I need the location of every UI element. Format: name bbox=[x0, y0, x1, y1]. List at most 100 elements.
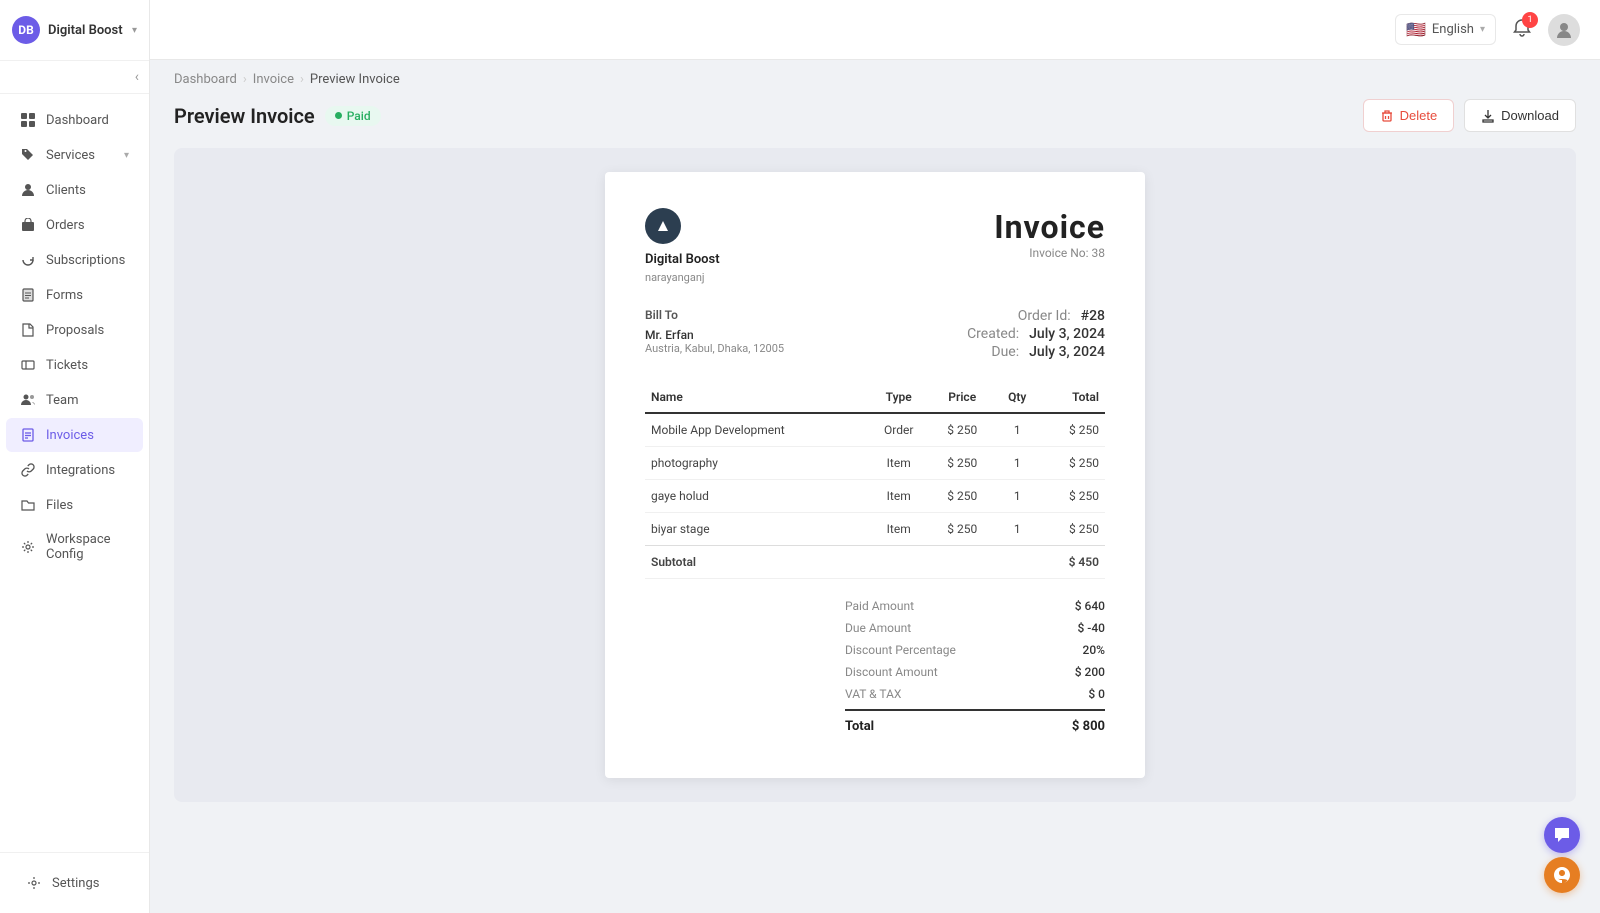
summary-value: $ 200 bbox=[1075, 665, 1105, 679]
bag-icon bbox=[20, 217, 36, 233]
collapse-icon: ‹ bbox=[135, 69, 139, 85]
sidebar-item-forms[interactable]: Forms bbox=[6, 278, 143, 312]
chevron-down-icon: ▾ bbox=[1480, 24, 1485, 35]
col-header-type: Type bbox=[867, 382, 930, 413]
sidebar-nav: Dashboard Services ▾ Clients Orders bbox=[0, 94, 149, 852]
sidebar-item-label: Dashboard bbox=[46, 113, 109, 128]
folder-icon bbox=[20, 497, 36, 513]
cell-qty: 1 bbox=[994, 513, 1040, 546]
sidebar-item-orders[interactable]: Orders bbox=[6, 208, 143, 242]
order-id-row: Order Id: #28 bbox=[967, 308, 1105, 324]
status-label: Paid bbox=[347, 109, 371, 123]
sidebar-item-dashboard[interactable]: Dashboard bbox=[6, 103, 143, 137]
cell-price: $ 250 bbox=[930, 413, 994, 447]
invoice-wrapper: Digital Boost narayanganj Invoice Invoic… bbox=[150, 148, 1600, 826]
sidebar-item-label: Files bbox=[46, 498, 73, 513]
sidebar-item-subscriptions[interactable]: Subscriptions bbox=[6, 243, 143, 277]
invoice-summary-table: Paid Amount $ 640 Due Amount $ -40 Disco… bbox=[845, 595, 1105, 738]
subtotal-value: $ 450 bbox=[1040, 546, 1105, 579]
notification-button[interactable]: 1 bbox=[1512, 18, 1532, 42]
flag-icon: 🇺🇸 bbox=[1406, 20, 1426, 39]
cell-name: gaye holud bbox=[645, 480, 867, 513]
sidebar-item-label: Invoices bbox=[46, 428, 94, 443]
invoice-icon bbox=[20, 427, 36, 443]
summary-label: Total bbox=[845, 719, 874, 734]
sidebar-item-proposals[interactable]: Proposals bbox=[6, 313, 143, 347]
total-row: Total $ 800 bbox=[845, 709, 1105, 738]
summary-row: VAT & TAX $ 0 bbox=[845, 683, 1105, 705]
summary-value: $ 0 bbox=[1088, 687, 1105, 701]
due-label: Due: bbox=[991, 344, 1019, 360]
cell-total: $ 250 bbox=[1040, 413, 1105, 447]
table-row: photography Item $ 250 1 $ 250 bbox=[645, 447, 1105, 480]
summary-label: VAT & TAX bbox=[845, 687, 901, 701]
invoice-table: Name Type Price Qty Total Mobile App Dev… bbox=[645, 382, 1105, 579]
invoice-header: Digital Boost narayanganj Invoice Invoic… bbox=[645, 208, 1105, 284]
sidebar-item-label: Integrations bbox=[46, 463, 115, 478]
cell-type: Item bbox=[867, 480, 930, 513]
people-icon bbox=[20, 392, 36, 408]
delete-button[interactable]: Delete bbox=[1363, 99, 1455, 132]
user-avatar[interactable] bbox=[1548, 14, 1580, 46]
invoice-bill-to: Bill To Mr. Erfan Austria, Kabul, Dhaka,… bbox=[645, 308, 784, 362]
cell-name: photography bbox=[645, 447, 867, 480]
breadcrumb-sep-1: › bbox=[243, 72, 247, 87]
subtotal-row: Subtotal $ 450 bbox=[645, 546, 1105, 579]
client-address: Austria, Kabul, Dhaka, 12005 bbox=[645, 342, 784, 355]
breadcrumb-invoice[interactable]: Invoice bbox=[253, 72, 294, 87]
summary-row: Due Amount $ -40 bbox=[845, 617, 1105, 639]
language-selector[interactable]: 🇺🇸 English ▾ bbox=[1395, 14, 1496, 45]
sidebar-brand[interactable]: DB Digital Boost ▾ bbox=[0, 0, 149, 61]
sidebar-collapse-button[interactable]: ‹ bbox=[0, 61, 149, 94]
download-button[interactable]: Download bbox=[1464, 99, 1576, 132]
sidebar-item-clients[interactable]: Clients bbox=[6, 173, 143, 207]
sidebar-item-tickets[interactable]: Tickets bbox=[6, 348, 143, 382]
cell-total: $ 250 bbox=[1040, 447, 1105, 480]
cell-total: $ 250 bbox=[1040, 513, 1105, 546]
status-badge: Paid bbox=[325, 106, 381, 126]
invoice-company-sub: narayanganj bbox=[645, 271, 720, 284]
cell-type: Item bbox=[867, 447, 930, 480]
invoice-outer: Digital Boost narayanganj Invoice Invoic… bbox=[174, 148, 1576, 802]
sidebar-item-workspace[interactable]: Workspace Config bbox=[6, 523, 143, 571]
cell-qty: 1 bbox=[994, 447, 1040, 480]
sidebar-item-label: Team bbox=[46, 393, 79, 408]
chevron-down-icon: ▾ bbox=[124, 150, 129, 161]
due-value: July 3, 2024 bbox=[1029, 344, 1105, 360]
sidebar-item-team[interactable]: Team bbox=[6, 383, 143, 417]
sidebar-item-integrations[interactable]: Integrations bbox=[6, 453, 143, 487]
sidebar-item-services[interactable]: Services ▾ bbox=[6, 138, 143, 172]
brand-name: Digital Boost bbox=[48, 23, 123, 38]
ticket-icon bbox=[20, 357, 36, 373]
tag-icon bbox=[20, 147, 36, 163]
topbar: 🇺🇸 English ▾ 1 bbox=[150, 0, 1600, 60]
created-value: July 3, 2024 bbox=[1029, 326, 1105, 342]
invoice-company-logo bbox=[645, 208, 681, 244]
gear-icon bbox=[26, 875, 42, 891]
chat-widget[interactable] bbox=[1544, 817, 1580, 853]
support-widget[interactable] bbox=[1544, 857, 1580, 893]
sidebar-item-files[interactable]: Files bbox=[6, 488, 143, 522]
summary-value: $ 800 bbox=[1072, 719, 1105, 734]
brand-logo: DB bbox=[12, 16, 40, 44]
summary-label: Due Amount bbox=[845, 621, 911, 635]
invoice-title-area: Invoice Invoice No: 38 bbox=[994, 208, 1105, 260]
settings-alt-icon bbox=[20, 539, 36, 555]
sidebar-item-invoices[interactable]: Invoices bbox=[6, 418, 143, 452]
cell-price: $ 250 bbox=[930, 447, 994, 480]
cell-type: Order bbox=[867, 413, 930, 447]
invoice-meta: Order Id: #28 Created: July 3, 2024 Due:… bbox=[967, 308, 1105, 362]
page-header: Preview Invoice Paid Delete bbox=[150, 87, 1600, 148]
summary-label: Discount Amount bbox=[845, 665, 938, 679]
invoice-summary: Paid Amount $ 640 Due Amount $ -40 Disco… bbox=[645, 595, 1105, 738]
sidebar-item-label: Tickets bbox=[46, 358, 88, 373]
col-header-total: Total bbox=[1040, 382, 1105, 413]
breadcrumb-dashboard[interactable]: Dashboard bbox=[174, 72, 237, 87]
page-title: Preview Invoice bbox=[174, 104, 315, 128]
app-container: DB Digital Boost ▾ ‹ Dashboard Services … bbox=[0, 0, 1600, 913]
cell-qty: 1 bbox=[994, 480, 1040, 513]
table-row: biyar stage Item $ 250 1 $ 250 bbox=[645, 513, 1105, 546]
sidebar-item-settings[interactable]: Settings bbox=[12, 866, 137, 900]
col-header-name: Name bbox=[645, 382, 867, 413]
subtotal-label: Subtotal bbox=[645, 546, 867, 579]
